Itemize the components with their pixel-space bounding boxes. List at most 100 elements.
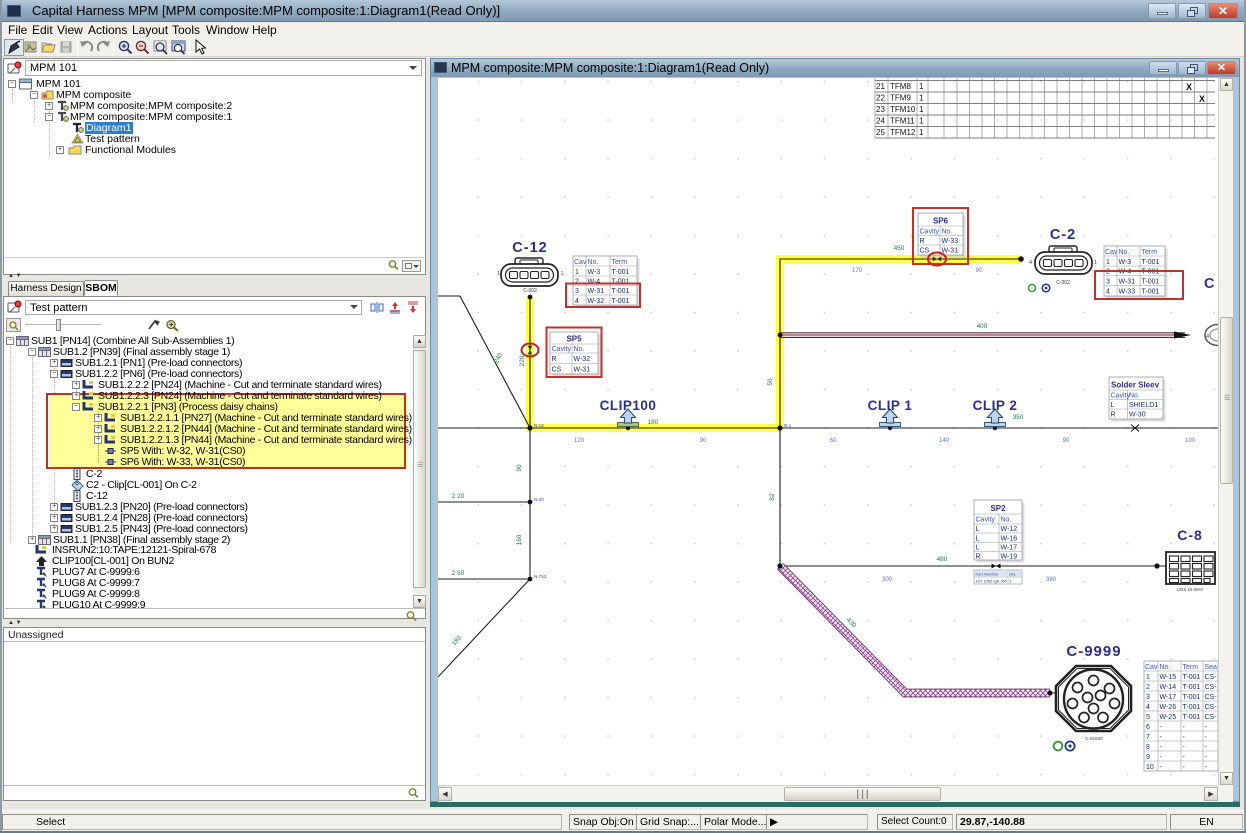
svg-text:Solder Sleev: Solder Sleev — [1111, 381, 1160, 390]
svg-text:TFM10: TFM10 — [890, 105, 916, 114]
svg-text:C-8: C-8 — [1177, 527, 1203, 543]
svg-text:C-12: C-12 — [512, 240, 547, 256]
svg-text:400: 400 — [977, 323, 988, 330]
svg-text:CS-: CS- — [1205, 704, 1218, 711]
svg-text:90: 90 — [700, 438, 707, 444]
svg-text:25: 25 — [876, 128, 885, 137]
svg-text:60: 60 — [830, 438, 837, 444]
svg-text:W-30: W-30 — [1129, 412, 1146, 419]
svg-text:T-001: T-001 — [1183, 694, 1201, 701]
svg-text:T-001: T-001 — [612, 279, 630, 286]
svg-text:N-20: N-20 — [534, 497, 544, 502]
svg-text:N-1: N-1 — [784, 423, 792, 428]
svg-text:W-12: W-12 — [1001, 526, 1018, 533]
svg-text:480: 480 — [937, 556, 948, 563]
svg-text:21: 21 — [876, 82, 885, 91]
svg-text:50: 50 — [767, 378, 774, 386]
svg-text:C-002: C-002 — [523, 288, 537, 294]
svg-text:No.: No. — [1001, 517, 1012, 524]
svg-text:23: 23 — [876, 105, 885, 114]
svg-text:L: L — [976, 545, 980, 552]
svg-text:127 1292-QE J60: 127 1292-QE J60 — [976, 579, 1008, 584]
svg-text:T-001: T-001 — [1183, 684, 1201, 691]
svg-text:2 50: 2 50 — [452, 570, 465, 577]
svg-text:7: 7 — [1146, 734, 1150, 741]
svg-text:1: 1 — [919, 128, 924, 137]
svg-text:Sea: Sea — [1205, 664, 1218, 671]
svg-text:1: 1 — [561, 271, 564, 277]
svg-text:170: 170 — [852, 268, 863, 274]
svg-text:C: C — [1204, 276, 1215, 292]
svg-text:SHIELD1: SHIELD1 — [1129, 402, 1158, 409]
svg-text:T-001: T-001 — [1183, 704, 1201, 711]
svg-text:4: 4 — [1029, 260, 1032, 266]
svg-text:W-3: W-3 — [1119, 259, 1132, 266]
svg-text:Term: Term — [1142, 249, 1158, 256]
svg-text:1: 1 — [1146, 674, 1150, 681]
svg-text:2: 2 — [575, 279, 579, 286]
svg-text:140: 140 — [939, 438, 950, 444]
svg-text:W-31: W-31 — [942, 248, 959, 255]
svg-text:350: 350 — [1013, 414, 1024, 421]
svg-text:TFM9: TFM9 — [890, 94, 911, 103]
svg-text:160: 160 — [516, 534, 523, 545]
svg-text:CS-: CS- — [1205, 714, 1218, 721]
svg-text:W-15: W-15 — [1160, 674, 1177, 681]
svg-text:300: 300 — [882, 577, 893, 583]
svg-text:X: X — [1199, 94, 1205, 104]
svg-text:C-002: C-002 — [1056, 280, 1070, 286]
svg-text:CS: CS — [552, 367, 562, 374]
svg-text:380: 380 — [1046, 577, 1057, 583]
svg-text:2 20: 2 20 — [452, 493, 465, 500]
svg-text:C-9999: C-9999 — [1066, 643, 1121, 660]
svg-text:1: 1 — [919, 82, 924, 91]
svg-text:TFM8: TFM8 — [890, 82, 911, 91]
svg-text:Term: Term — [1183, 664, 1199, 671]
svg-text:SP2: SP2 — [990, 504, 1006, 513]
svg-text:8: 8 — [1146, 744, 1150, 751]
svg-text:CS-: CS- — [1205, 674, 1218, 681]
svg-text:C-61840: C-61840 — [1085, 736, 1103, 741]
svg-text:No.: No. — [1129, 393, 1140, 400]
svg-text:SP5: SP5 — [566, 335, 582, 344]
svg-text:No.: No. — [588, 259, 599, 266]
svg-text:100: 100 — [1185, 438, 1196, 444]
svg-text:N-12: N-12 — [534, 423, 544, 428]
svg-text:W-32: W-32 — [574, 356, 591, 363]
svg-text:T-001: T-001 — [1183, 674, 1201, 681]
svg-text:W-33: W-33 — [1119, 288, 1136, 295]
svg-text:No.: No. — [1119, 249, 1130, 256]
svg-text:2: 2 — [1106, 269, 1110, 276]
svg-text:6: 6 — [1146, 724, 1150, 731]
svg-text:W-19: W-19 — [1001, 554, 1018, 561]
svg-text:9: 9 — [1146, 754, 1150, 761]
svg-text:R: R — [920, 238, 925, 245]
svg-text:22: 22 — [876, 94, 885, 103]
svg-text:No.: No. — [942, 229, 953, 236]
svg-text:4: 4 — [1106, 288, 1110, 295]
svg-text:W-33: W-33 — [942, 238, 959, 245]
svg-text:T-001: T-001 — [1142, 259, 1160, 266]
svg-text:C-2: C-2 — [1050, 227, 1076, 243]
svg-text:T-001: T-001 — [612, 298, 630, 305]
svg-text:W-31: W-31 — [588, 288, 605, 295]
svg-text:1: 1 — [575, 269, 579, 276]
svg-text:CLIP 2: CLIP 2 — [973, 398, 1018, 413]
svg-text:Cav: Cav — [1145, 664, 1158, 671]
svg-text:R: R — [1111, 412, 1116, 419]
svg-text:1: 1 — [919, 94, 924, 103]
svg-text:L: L — [976, 526, 980, 533]
svg-text:W-16: W-16 — [1001, 536, 1018, 543]
svg-text:W-26: W-26 — [1160, 704, 1177, 711]
svg-text:180: 180 — [648, 419, 659, 426]
svg-text:82: 82 — [769, 493, 776, 501]
svg-text:UGS 16 WAY: UGS 16 WAY — [1176, 587, 1203, 592]
svg-text:CS-: CS- — [1205, 684, 1218, 691]
svg-text:TFM12: TFM12 — [890, 128, 916, 137]
svg-text:Term: Term — [612, 259, 628, 266]
svg-text:220: 220 — [519, 355, 526, 366]
svg-text:Cavity: Cavity — [1111, 393, 1131, 400]
svg-text:4: 4 — [1206, 334, 1209, 340]
svg-text:5: 5 — [1146, 714, 1150, 721]
svg-text:R: R — [552, 356, 557, 363]
